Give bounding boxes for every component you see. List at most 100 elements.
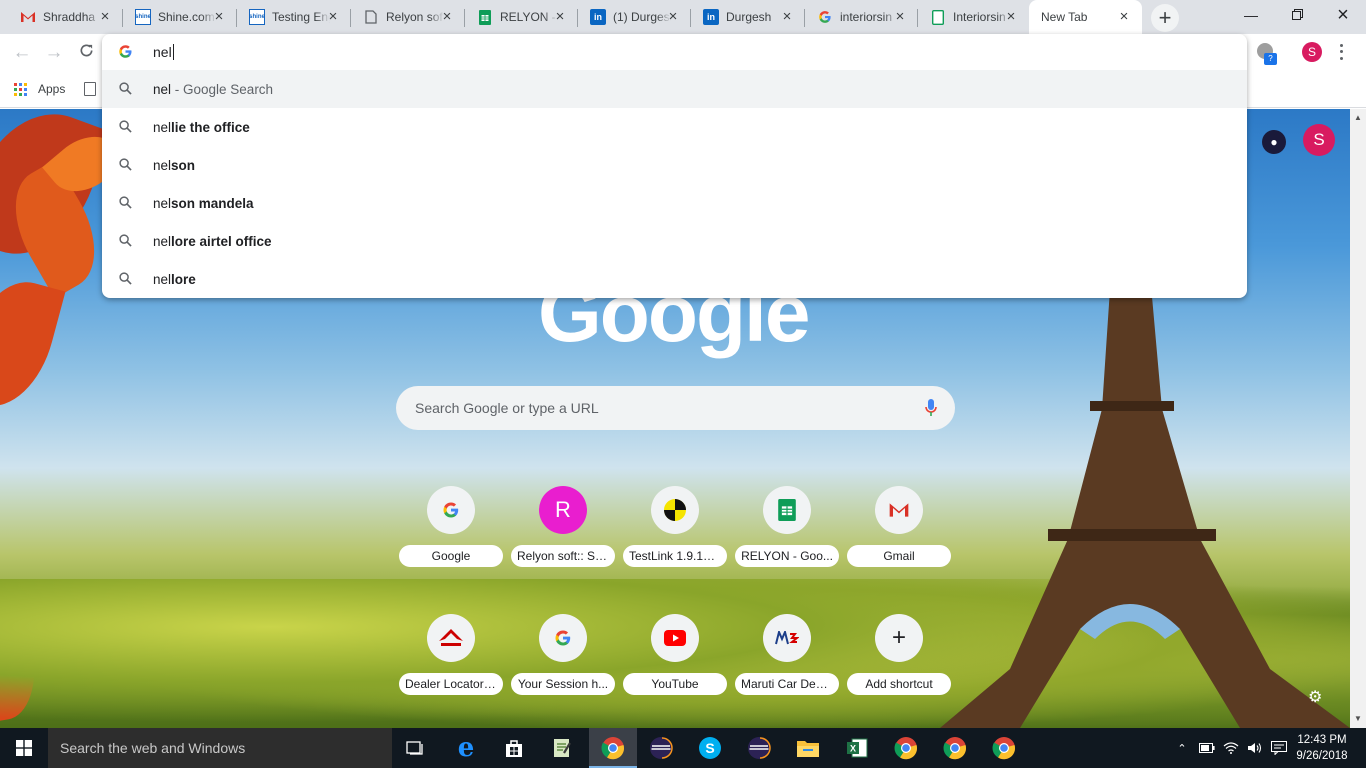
start-button[interactable] [0, 728, 48, 768]
apps-shortcut[interactable]: Apps [14, 82, 65, 96]
apps-grid-icon [14, 82, 27, 96]
suggestion-item[interactable]: nelson mandela [102, 184, 1247, 222]
ntp-search-box[interactable]: Search Google or type a URL [396, 386, 955, 430]
shortcut-label: TestLink 1.9.16 ... [623, 545, 727, 567]
autumn-leaf-decoration [0, 270, 66, 418]
tab-title: interiorsin [840, 10, 893, 24]
tab-google-search[interactable]: interiorsin × [805, 0, 918, 34]
add-shortcut-button[interactable]: + Add shortcut [847, 614, 951, 710]
chrome-menu-icon[interactable] [1338, 42, 1344, 62]
tab-linkedin-1[interactable]: in (1) Durgesh × [578, 0, 691, 34]
omnibox-dropdown: nel nel - Google Search nellie the offic… [102, 34, 1247, 298]
task-view-icon[interactable] [392, 728, 440, 768]
back-button[interactable]: ← [9, 40, 35, 66]
chrome-taskbar-icon[interactable] [931, 728, 979, 768]
forward-button[interactable]: → [41, 40, 67, 66]
store-icon[interactable] [490, 728, 538, 768]
eclipse-ide-icon[interactable] [735, 728, 783, 768]
taskbar-search-box[interactable]: Search the web and Windows [48, 728, 392, 768]
close-icon[interactable]: × [779, 9, 795, 25]
suggestion-item[interactable]: nellore airtel office [102, 222, 1247, 260]
shortcut-gmail[interactable]: Gmail [847, 486, 951, 582]
shortcut-testlink[interactable]: TestLink 1.9.16 ... [623, 486, 727, 582]
clock-date: 9/26/2018 [1296, 750, 1348, 762]
battery-icon[interactable] [1196, 728, 1218, 768]
microphone-icon[interactable] [925, 399, 937, 420]
restore-button[interactable] [1274, 0, 1320, 30]
wifi-icon[interactable] [1220, 728, 1242, 768]
chrome-taskbar-icon[interactable] [980, 728, 1028, 768]
close-icon[interactable]: × [439, 9, 455, 25]
close-icon[interactable]: × [892, 9, 908, 25]
close-icon[interactable]: × [1003, 9, 1019, 25]
tab-relyon-doc[interactable]: Relyon softech × [351, 0, 465, 34]
volume-icon[interactable] [1244, 728, 1266, 768]
search-icon [119, 158, 132, 174]
show-hidden-icons-chevron-icon[interactable]: ⌃ [1172, 728, 1192, 768]
action-center-icon[interactable] [1268, 728, 1290, 768]
scroll-up-arrow-icon[interactable]: ▲ [1354, 113, 1362, 122]
skype-icon[interactable]: S [686, 728, 734, 768]
ntp-profile-avatar[interactable]: S [1303, 124, 1335, 156]
ntp-search-placeholder: Search Google or type a URL [415, 400, 599, 416]
shortcut-relyon-sheet[interactable]: RELYON - Goo... [735, 486, 839, 582]
window-close-button[interactable]: × [1320, 0, 1366, 30]
close-icon[interactable]: × [552, 9, 568, 25]
profile-avatar[interactable]: S [1302, 42, 1322, 62]
testlink-icon [651, 486, 699, 534]
address-bar[interactable]: nel [102, 34, 1247, 70]
close-icon[interactable]: × [1116, 9, 1132, 25]
scroll-down-arrow-icon[interactable]: ▼ [1354, 714, 1362, 723]
svg-text:S: S [705, 740, 714, 756]
shortcut-dealer-locator[interactable]: Dealer Locator-... [399, 614, 503, 710]
close-icon[interactable]: × [211, 9, 227, 25]
search-icon [119, 272, 132, 288]
chrome-taskbar-icon[interactable] [589, 728, 637, 768]
tab-title: New Tab [1041, 10, 1088, 24]
tab-testing[interactable]: shine Testing Engineer × [237, 0, 351, 34]
eclipse-ide-icon[interactable] [637, 728, 685, 768]
tab-relyon-sheet[interactable]: RELYON - Google Sheets × [465, 0, 578, 34]
excel-icon[interactable]: X [833, 728, 881, 768]
system-clock[interactable]: 12:43 PM 9/26/2018 [1296, 732, 1348, 764]
close-icon[interactable]: × [665, 9, 681, 25]
plus-icon: + [875, 614, 923, 662]
notification-bell-icon[interactable]: ● [1262, 130, 1286, 154]
shortcut-google[interactable]: Google [399, 486, 503, 582]
shortcut-label: Relyon soft:: SP... [511, 545, 615, 567]
tab-linkedin-2[interactable]: in Durgesh × [691, 0, 805, 34]
suggestion-item[interactable]: nellie the office [102, 108, 1247, 146]
customize-gear-icon[interactable]: ⚙ [1308, 687, 1322, 707]
tab-new-tab[interactable]: New Tab × [1029, 0, 1142, 34]
shortcut-maruti[interactable]: Maruti Car Deal... [735, 614, 839, 710]
close-icon[interactable]: × [97, 9, 113, 25]
shortcut-label: Google [399, 545, 503, 567]
tab-gmail[interactable]: Shraddha × [0, 0, 123, 34]
tab-title: Shine.com [158, 10, 215, 24]
suggestion-item[interactable]: nelson [102, 146, 1247, 184]
clock-time: 12:43 PM [1297, 734, 1347, 746]
edge-browser-icon[interactable]: e [442, 728, 490, 768]
chrome-taskbar-icon[interactable] [882, 728, 930, 768]
tab-title: Relyon softech [386, 10, 444, 24]
tab-interiors-sheet[interactable]: Interiorsin × [918, 0, 1029, 34]
gmail-icon [875, 486, 923, 534]
suggestion-prefix: nel [153, 234, 172, 249]
close-icon[interactable]: × [325, 9, 341, 25]
shortcut-youtube[interactable]: YouTube [623, 614, 727, 710]
tab-shine[interactable]: shine Shine.com × [123, 0, 237, 34]
bookmark-page-icon[interactable] [84, 82, 96, 96]
file-explorer-icon[interactable] [784, 728, 832, 768]
suggestion-prefix: nel [153, 272, 172, 287]
suggestion-item[interactable]: nellore [102, 260, 1247, 298]
new-tab-button[interactable]: + [1151, 4, 1179, 32]
shortcut-your-session[interactable]: Your Session h... [511, 614, 615, 710]
search-icon [119, 82, 132, 98]
suggestion-search[interactable]: nel - Google Search [102, 70, 1247, 108]
reload-button[interactable] [73, 40, 99, 66]
notepad-app-icon[interactable] [538, 728, 586, 768]
shortcut-relyon[interactable]: R Relyon soft:: SP... [511, 486, 615, 582]
minimize-button[interactable]: — [1228, 0, 1274, 30]
document-icon [363, 9, 379, 25]
vertical-scrollbar[interactable]: ▲ ▼ [1350, 109, 1366, 728]
